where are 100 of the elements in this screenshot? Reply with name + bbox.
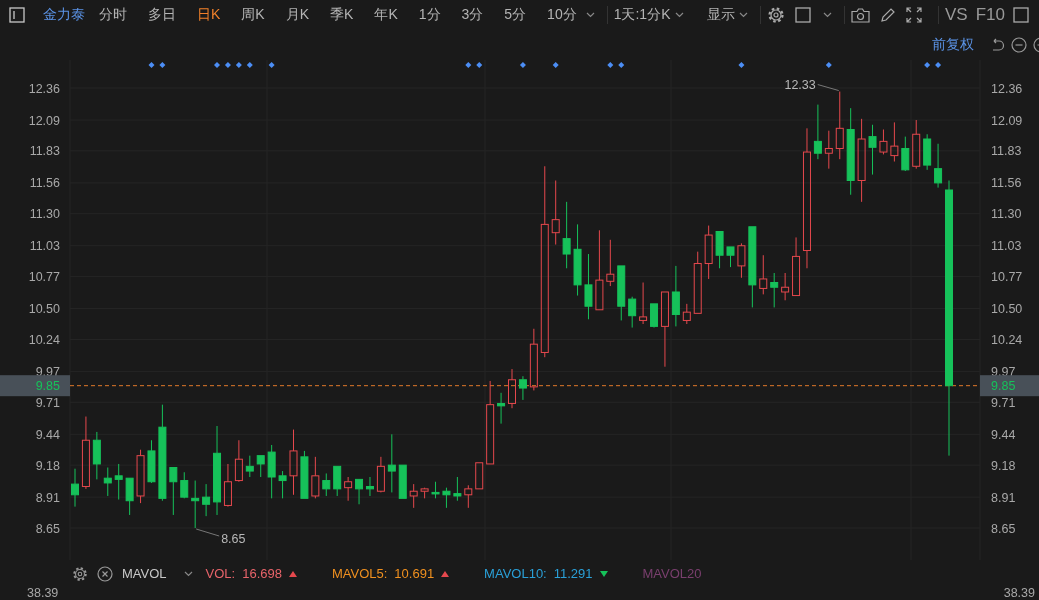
period-tab[interactable]: 年K bbox=[374, 6, 398, 24]
diamond-marker[interactable] bbox=[224, 62, 231, 68]
axis-label: 12.09 bbox=[28, 113, 60, 128]
axis-label: 9.44 bbox=[35, 427, 60, 442]
diamond-marker[interactable] bbox=[235, 62, 242, 68]
camera-icon[interactable] bbox=[851, 7, 870, 23]
display-dropdown[interactable]: 显示 bbox=[707, 6, 735, 24]
axis-label: 10.24 bbox=[28, 332, 60, 347]
high-price-label: 12.33 bbox=[784, 77, 816, 92]
period-tab[interactable]: 日K bbox=[197, 6, 221, 24]
axis-label: 8.65 bbox=[991, 521, 1016, 536]
adjust-mode-dropdown[interactable]: 前复权 bbox=[932, 36, 974, 54]
zoom-out-icon[interactable] bbox=[1011, 37, 1027, 53]
axis-label: 9.71 bbox=[991, 395, 1016, 410]
axis-label: 38.39 bbox=[27, 587, 59, 600]
vs-button[interactable]: VS bbox=[945, 5, 968, 25]
candlestick bbox=[475, 462, 484, 490]
axis-label: 11.56 bbox=[29, 176, 60, 191]
caret-icon[interactable] bbox=[585, 12, 595, 18]
candlestick bbox=[737, 242, 746, 279]
indicator-value: 10.691 bbox=[394, 566, 435, 581]
current-price-label: 9.85 bbox=[991, 379, 1016, 394]
range-dropdown[interactable]: 1天:1分K bbox=[613, 6, 671, 24]
caret-icon[interactable] bbox=[674, 12, 684, 18]
diamond-marker[interactable] bbox=[465, 62, 472, 68]
period-tab[interactable]: 1分 bbox=[418, 6, 441, 24]
indicator-label: VOL: bbox=[205, 566, 236, 581]
axis-label: 11.83 bbox=[29, 144, 60, 159]
settings-icon[interactable] bbox=[72, 565, 88, 582]
axis-label: 11.30 bbox=[991, 207, 1022, 222]
axis-label: 10.50 bbox=[28, 302, 60, 317]
settings-icon[interactable] bbox=[767, 6, 785, 24]
diamond-marker[interactable] bbox=[552, 62, 559, 68]
indicator-value: 16.698 bbox=[242, 566, 282, 581]
candlestick bbox=[147, 439, 156, 484]
axis-label: 11.83 bbox=[991, 144, 1022, 159]
axis-label: 9.44 bbox=[991, 427, 1016, 442]
indicator-label: MAVOL5: bbox=[331, 566, 388, 581]
period-tab[interactable]: 3分 bbox=[461, 6, 484, 24]
indicator-name[interactable]: MAVOL bbox=[122, 566, 167, 581]
indicator-value: 11.291 bbox=[553, 566, 593, 581]
candlestick bbox=[923, 133, 932, 171]
diamond-marker[interactable] bbox=[476, 62, 483, 68]
axis-label: 8.65 bbox=[35, 521, 60, 536]
candlestick bbox=[518, 375, 527, 401]
panel-icon[interactable] bbox=[9, 7, 25, 23]
period-tab[interactable]: 周K bbox=[241, 6, 265, 24]
price-tag bbox=[0, 375, 70, 397]
diamond-marker[interactable] bbox=[825, 62, 832, 68]
close-icon[interactable] bbox=[97, 565, 113, 582]
leader-line bbox=[817, 84, 840, 92]
candlestick bbox=[464, 484, 473, 509]
diamond-marker[interactable] bbox=[519, 62, 526, 68]
candlestick bbox=[267, 444, 276, 499]
diamond-marker[interactable] bbox=[618, 62, 625, 68]
axis-label: 9.18 bbox=[35, 458, 60, 473]
undo-icon[interactable] bbox=[990, 37, 1005, 53]
candlestick bbox=[551, 180, 560, 246]
axis-label: 8.91 bbox=[991, 490, 1016, 505]
axis-label: 9.97 bbox=[991, 364, 1016, 379]
period-tab[interactable]: 月K bbox=[285, 6, 310, 24]
axis-label: 9.97 bbox=[35, 364, 60, 379]
axis-label: 9.71 bbox=[35, 395, 60, 410]
axis-label: 8.91 bbox=[35, 490, 60, 505]
period-tab[interactable]: 5分 bbox=[504, 6, 527, 24]
candlestick bbox=[606, 239, 615, 287]
candlestick bbox=[234, 439, 243, 483]
f10-button[interactable]: F10 bbox=[975, 5, 1005, 25]
candlestick bbox=[245, 455, 254, 478]
period-tab[interactable]: 分时 bbox=[99, 6, 127, 24]
period-tab[interactable]: 季K bbox=[330, 6, 354, 24]
diamond-marker[interactable] bbox=[607, 62, 614, 68]
diamond-marker[interactable] bbox=[268, 62, 275, 68]
diamond-marker[interactable] bbox=[924, 62, 931, 68]
period-tab[interactable]: 10分 bbox=[547, 6, 577, 24]
axis-label: 12.09 bbox=[991, 113, 1023, 128]
stock-name[interactable]: 金力泰 bbox=[43, 6, 85, 24]
diamond-marker[interactable] bbox=[738, 62, 745, 68]
axis-label: 12.36 bbox=[991, 81, 1023, 96]
diamond-marker[interactable] bbox=[214, 62, 221, 68]
axis-label: 11.03 bbox=[991, 239, 1022, 254]
caret-icon[interactable] bbox=[183, 570, 193, 577]
square-icon[interactable] bbox=[795, 7, 811, 23]
diamond-marker[interactable] bbox=[246, 62, 253, 68]
low-price-label: 8.65 bbox=[221, 532, 246, 546]
caret-icon[interactable] bbox=[739, 12, 748, 18]
expand-icon[interactable] bbox=[906, 7, 922, 23]
pencil-icon[interactable] bbox=[880, 7, 896, 23]
indicator-label: MAVOL20 bbox=[642, 566, 702, 581]
axis-label: 38.39 bbox=[1003, 587, 1035, 600]
current-price-label: 9.85 bbox=[35, 379, 60, 394]
candlestick bbox=[824, 130, 833, 170]
diamond-marker[interactable] bbox=[159, 62, 166, 68]
diamond-marker[interactable] bbox=[148, 62, 155, 68]
square-icon[interactable] bbox=[1013, 7, 1029, 23]
axis-label: 11.30 bbox=[29, 207, 60, 222]
period-tab[interactable]: 多日 bbox=[148, 6, 176, 24]
diamond-marker[interactable] bbox=[935, 62, 942, 68]
axis-label: 12.36 bbox=[28, 81, 60, 96]
caret-icon[interactable] bbox=[823, 12, 832, 18]
